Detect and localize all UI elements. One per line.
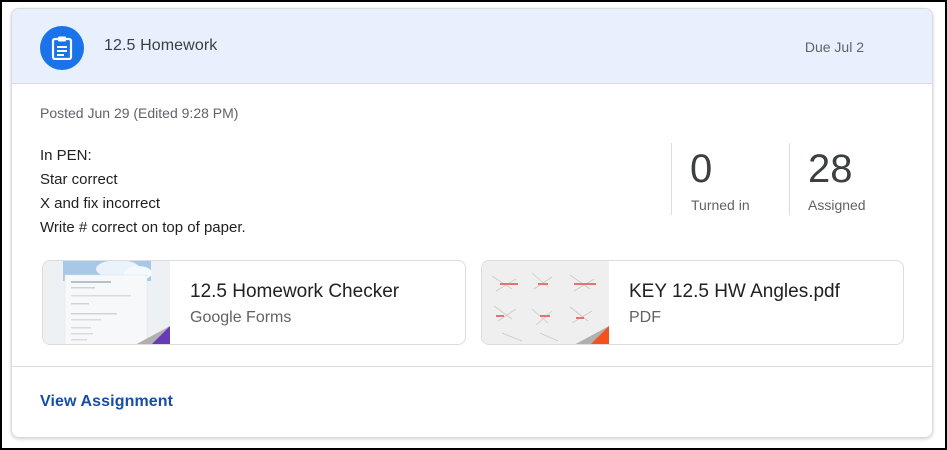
view-assignment-link[interactable]: View Assignment xyxy=(40,393,173,411)
instruction-line: Write # correct on top of paper. xyxy=(40,219,246,236)
instructions: In PEN: Star correct X and fix incorrect… xyxy=(40,144,246,240)
turned-in-label: Turned in xyxy=(691,197,750,213)
forms-thumbnail xyxy=(43,261,170,344)
assignment-icon xyxy=(40,26,84,70)
assignment-title: 12.5 Homework xyxy=(104,37,218,54)
assignment-card: 12.5 Homework Due Jul 2 Posted Jun 29 (E… xyxy=(11,8,933,438)
stat-divider xyxy=(671,143,672,215)
attachment-title: KEY 12.5 HW Angles.pdf xyxy=(629,281,840,302)
attachment-type: PDF xyxy=(629,309,661,326)
assigned-label: Assigned xyxy=(808,197,866,213)
turned-in-count: 0 xyxy=(690,147,713,191)
instruction-line: In PEN: xyxy=(40,147,92,164)
instruction-line: Star correct xyxy=(40,171,118,188)
assignment-header[interactable]: 12.5 Homework Due Jul 2 xyxy=(12,9,932,84)
posted-date: Posted Jun 29 (Edited 9:28 PM) xyxy=(40,105,239,121)
pdf-thumbnail xyxy=(482,261,609,344)
stat-divider xyxy=(789,143,790,215)
assigned-count: 28 xyxy=(808,147,853,191)
due-date: Due Jul 2 xyxy=(804,39,864,55)
attachment-type: Google Forms xyxy=(190,309,292,326)
attachment-forms[interactable]: 12.5 Homework Checker Google Forms xyxy=(42,260,466,345)
instruction-line: X and fix incorrect xyxy=(40,195,161,212)
footer-divider xyxy=(12,366,932,367)
attachment-title: 12.5 Homework Checker xyxy=(190,281,400,302)
attachment-pdf[interactable]: KEY 12.5 HW Angles.pdf PDF xyxy=(481,260,904,345)
